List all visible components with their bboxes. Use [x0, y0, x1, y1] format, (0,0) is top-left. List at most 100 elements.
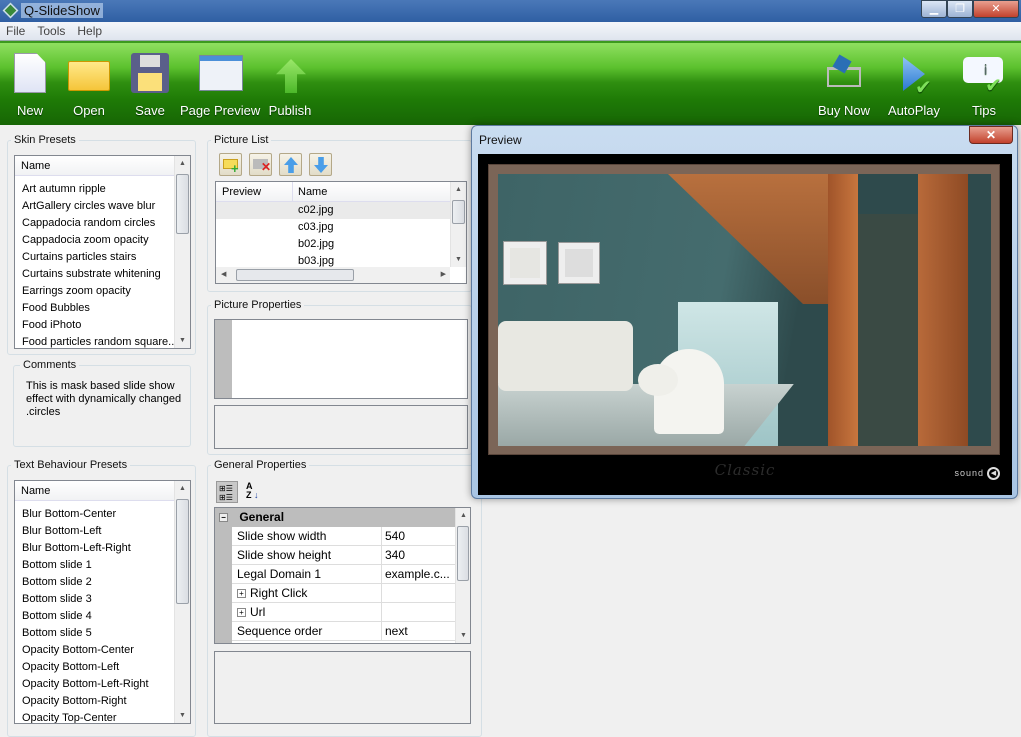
picture-row[interactable]: c03.jpg [216, 219, 450, 236]
column-header-name[interactable]: Name [298, 186, 327, 198]
picture-row[interactable]: b02.jpg [216, 236, 450, 253]
list-item[interactable]: Food iPhoto [15, 317, 190, 334]
property-key: Sequence order [237, 624, 323, 638]
open-button[interactable]: Open [66, 51, 112, 118]
menu-help[interactable]: Help [71, 22, 108, 40]
preview-close-button[interactable]: ✕ [969, 126, 1013, 144]
maximize-button[interactable]: ❐ [947, 0, 973, 18]
autoplay-button[interactable]: ✔ AutoPlay [886, 51, 942, 118]
buy-now-button[interactable]: Buy Now [816, 51, 872, 118]
text-presets-list[interactable]: Name Blur Bottom-Center Blur Bottom-Left B… [14, 480, 191, 724]
list-item[interactable]: Curtains particles stairs [15, 249, 190, 266]
scrollbar[interactable]: ▲ ▼ [174, 481, 190, 723]
list-item[interactable]: Earrings zoom opacity [15, 283, 190, 300]
picture-name: c03.jpg [298, 221, 334, 233]
toolbar: New Open Save Page Preview Publish Buy N… [0, 41, 1021, 125]
expand-icon[interactable]: + [237, 608, 246, 618]
property-name: + Url [237, 605, 265, 619]
list-item[interactable]: Blur Bottom-Left [15, 523, 190, 540]
list-item-label: Opacity Bottom-Left-Right [22, 678, 149, 690]
property-name: Sequence order [237, 624, 322, 638]
add-picture-button[interactable]: + [219, 153, 242, 176]
app-title: Q-SlideShow [21, 3, 103, 18]
list-item-label: Food Bubbles [22, 302, 90, 314]
categorized-view-button[interactable]: ⊞☰ ⊞☰ [216, 481, 238, 503]
picture-name: b03.jpg [298, 255, 335, 267]
scrollbar[interactable]: ▲ ▼ [174, 156, 190, 348]
minimize-button[interactable]: ▁ [921, 0, 947, 18]
menu-bar: File Tools Help [0, 22, 1021, 41]
tips-button[interactable]: i ✔ Tips [958, 51, 1010, 118]
property-row[interactable]: + Right Click [232, 584, 455, 603]
list-item[interactable]: Art autumn ripple [15, 181, 190, 198]
tips-icon: i ✔ [961, 51, 1007, 97]
sound-icon[interactable]: ◀ [987, 467, 1000, 480]
property-row[interactable]: + Url [232, 603, 455, 622]
list-item[interactable]: Blur Bottom-Left-Right [15, 540, 190, 557]
list-item[interactable]: Cappadocia zoom opacity [15, 232, 190, 249]
folder-icon [66, 51, 112, 97]
list-item-label: Bottom slide 5 [22, 627, 92, 639]
close-button[interactable]: ✕ [973, 0, 1019, 18]
publish-button[interactable]: Publish [268, 51, 312, 118]
list-item[interactable]: Food particles random square... [15, 334, 190, 348]
category-general[interactable]: − General [215, 508, 455, 527]
move-up-button[interactable] [279, 153, 302, 176]
menu-tools[interactable]: Tools [31, 22, 71, 40]
list-item[interactable]: Bottom slide 3 [15, 591, 190, 608]
list-item[interactable]: Opacity Bottom-Left-Right [15, 676, 190, 693]
property-value[interactable]: next [385, 624, 460, 638]
save-button[interactable]: Save [128, 51, 172, 118]
list-item[interactable]: Cappadocia random circles [15, 215, 190, 232]
new-document-icon [8, 51, 54, 97]
list-item-label: Food particles random square... [22, 336, 178, 348]
list-item[interactable]: Opacity Top-Center [15, 710, 190, 723]
list-item[interactable]: Curtains substrate whitening [15, 266, 190, 283]
list-item-label: Bottom slide 3 [22, 593, 92, 605]
column-header-name[interactable]: Name [15, 481, 174, 501]
general-properties-grid[interactable]: − General Slide show width 540 Slide show … [214, 507, 471, 644]
list-item[interactable]: Opacity Bottom-Left [15, 659, 190, 676]
alphabetical-sort-button[interactable]: AZ ↓ [246, 482, 259, 500]
list-item-label: Bottom slide 1 [22, 559, 92, 571]
menu-file[interactable]: File [0, 22, 31, 40]
property-row[interactable]: Slide show height 340 [232, 546, 455, 565]
list-item[interactable]: Bottom slide 1 [15, 557, 190, 574]
property-value[interactable]: example.c... [385, 567, 460, 581]
picture-properties-description [214, 405, 468, 449]
arrow-up-icon [284, 157, 298, 173]
list-item[interactable]: Food Bubbles [15, 300, 190, 317]
remove-picture-button[interactable]: ✕ [249, 153, 272, 176]
list-item-label: Art autumn ripple [22, 183, 106, 195]
collapse-icon: − [219, 513, 228, 523]
new-button[interactable]: New [8, 51, 52, 118]
property-value[interactable]: 540 [385, 529, 460, 543]
property-row[interactable]: Legal Domain 1 example.c... [232, 565, 455, 584]
sound-label[interactable]: sound [954, 468, 984, 478]
picture-properties-grid[interactable] [214, 319, 468, 399]
list-item-label: Opacity Bottom-Center [22, 644, 134, 656]
picture-row[interactable]: c02.jpg [216, 202, 450, 219]
move-down-button[interactable] [309, 153, 332, 176]
scrollbar-horizontal[interactable]: ◀ ▶ [216, 267, 450, 283]
column-header-preview[interactable]: Preview [222, 186, 261, 198]
list-item[interactable]: Opacity Bottom-Center [15, 642, 190, 659]
list-item-label: Blur Bottom-Center [22, 508, 117, 520]
scrollbar-vertical[interactable]: ▲ ▼ [450, 182, 466, 267]
property-row[interactable]: Slide show width 540 [232, 527, 455, 546]
list-item[interactable]: Blur Bottom-Center [15, 506, 190, 523]
list-item-label: Blur Bottom-Left-Right [22, 542, 131, 554]
picture-list[interactable]: Preview Name c02.jpg c03.jpg b02.jpg b03.jp… [215, 181, 467, 284]
property-value[interactable]: 340 [385, 548, 460, 562]
expand-icon[interactable]: + [237, 589, 246, 599]
list-item[interactable]: Bottom slide 4 [15, 608, 190, 625]
page-preview-button[interactable]: Page Preview [180, 51, 260, 118]
property-row[interactable]: Sequence order next [232, 622, 455, 641]
list-item[interactable]: Bottom slide 5 [15, 625, 190, 642]
column-header-name[interactable]: Name [15, 156, 174, 176]
list-item[interactable]: Bottom slide 2 [15, 574, 190, 591]
skin-presets-list[interactable]: Name Art autumn ripple ArtGallery circles… [14, 155, 191, 349]
list-item[interactable]: ArtGallery circles wave blur [15, 198, 190, 215]
list-item[interactable]: Opacity Bottom-Right [15, 693, 190, 710]
scrollbar[interactable]: ▲ ▼ [455, 508, 470, 643]
